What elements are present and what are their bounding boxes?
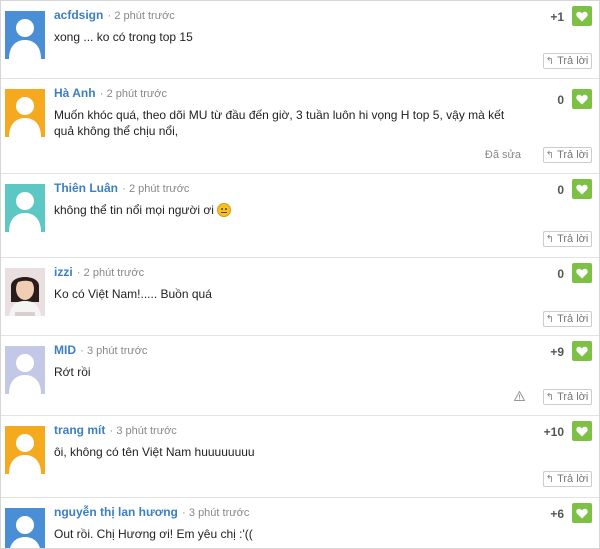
comment-text: Rớt rồi (54, 365, 91, 379)
author-name[interactable]: MID (54, 343, 76, 357)
comment-header: nguyễn thị lan hương · 3 phút trước (54, 505, 249, 519)
comment-item: MID · 3 phút trước Rớt rồi +9 ↰ Trả lời (1, 336, 599, 416)
avatar[interactable] (5, 346, 45, 394)
like-button[interactable] (572, 179, 592, 199)
vote-score: +6 (550, 507, 564, 521)
comment-text: Muốn khóc quá, theo dõi MU từ đầu đến gi… (54, 108, 505, 138)
like-button[interactable] (572, 421, 592, 441)
vote-score: 0 (557, 93, 564, 107)
separator-dot: · (99, 86, 104, 100)
heart-icon (576, 184, 588, 194)
timestamp: 3 phút trước (188, 507, 250, 519)
reply-label: Trả lời (557, 149, 589, 161)
author-name[interactable]: Thiên Luân (54, 181, 118, 195)
like-button[interactable] (572, 503, 592, 523)
reply-button[interactable]: ↰ Trả lời (543, 389, 592, 405)
vote-score: 0 (557, 267, 564, 281)
heart-icon (576, 426, 588, 436)
warning-icon[interactable] (513, 390, 526, 404)
vote-score: 0 (557, 183, 564, 197)
comment-item: nguyễn thị lan hương · 3 phút trước Out rồ… (1, 498, 599, 548)
heart-icon (576, 346, 588, 356)
reply-icon: ↰ (545, 313, 555, 325)
timestamp: 2 phút trước (83, 267, 145, 279)
comment-item: acfdsign · 2 phút trước xong ... ko có tro… (1, 1, 599, 79)
timestamp: 3 phút trước (116, 425, 177, 437)
avatar[interactable] (5, 11, 45, 59)
comment-item: Hà Anh · 2 phút trước Muốn khóc quá, theo … (1, 79, 599, 174)
avatar[interactable] (5, 426, 45, 474)
reply-button[interactable]: ↰ Trả lời (543, 311, 592, 327)
reply-button[interactable]: ↰ Trả lời (543, 231, 592, 247)
reply-button[interactable]: ↰ Trả lời (543, 53, 592, 69)
reply-label: Trả lời (557, 313, 589, 325)
avatar[interactable] (5, 268, 45, 316)
comment-header: trang mít · 3 phút trước (54, 423, 177, 437)
author-name[interactable]: trang mít (54, 423, 105, 437)
timestamp: 2 phút trước (106, 88, 167, 100)
comment-text-body: không thể tin nổi mọi người ơi (54, 203, 214, 217)
separator-dot: · (122, 181, 126, 195)
comment-header: izzi · 2 phút trước (54, 265, 144, 279)
vote-score: +10 (543, 425, 564, 439)
heart-icon (576, 268, 588, 278)
reply-label: Trả lời (557, 473, 589, 485)
reply-icon: ↰ (545, 149, 555, 161)
comment-text: xong ... ko có trong top 15 (54, 30, 193, 44)
comment-header: Hà Anh · 2 phút trước (54, 86, 167, 100)
separator-dot: · (109, 423, 114, 437)
heart-icon (576, 508, 588, 518)
comment-item: izzi · 2 phút trước Ko có Việt Nam!..... B… (1, 258, 599, 336)
separator-dot: · (107, 8, 112, 22)
like-button[interactable] (572, 341, 592, 361)
reply-button[interactable]: ↰ Trả lời (543, 471, 592, 487)
reply-icon: ↰ (545, 473, 555, 485)
timestamp: 3 phút trước (87, 345, 148, 357)
comment-item: trang mít · 3 phút trước ôi, không có tên … (1, 416, 599, 498)
like-button[interactable] (572, 89, 592, 109)
like-button[interactable] (572, 6, 592, 26)
avatar[interactable] (5, 184, 45, 232)
author-name[interactable]: izzi (54, 265, 73, 279)
comment-text: Ko có Việt Nam!..... Buồn quá (54, 287, 212, 301)
reply-button[interactable]: ↰ Trả lời (543, 147, 592, 163)
reply-icon: ↰ (545, 233, 555, 245)
reply-label: Trả lời (557, 55, 589, 67)
comment-text: không thể tin nổi mọi người ơi (54, 202, 524, 218)
timestamp: 2 phút trước (114, 10, 175, 22)
comment-header: Thiên Luân · 2 phút trước (54, 181, 189, 195)
avatar[interactable] (5, 508, 45, 548)
comment-header: acfdsign · 2 phút trước (54, 8, 175, 22)
reply-label: Trả lời (557, 233, 589, 245)
reply-icon: ↰ (545, 55, 555, 67)
like-button[interactable] (572, 263, 592, 283)
heart-icon (576, 94, 588, 104)
avatar-photo (5, 268, 45, 316)
vote-score: +1 (550, 10, 564, 24)
reply-label: Trả lời (557, 391, 589, 403)
separator-dot: · (76, 265, 81, 279)
heart-icon (576, 11, 588, 21)
author-name[interactable]: nguyễn thị lan hương (54, 505, 178, 519)
avatar[interactable] (5, 89, 45, 137)
timestamp: 2 phút trước (129, 183, 190, 195)
comment-item: Thiên Luân · 2 phút trước không thể tin nổ… (1, 174, 599, 258)
comment-header: MID · 3 phút trước (54, 343, 147, 357)
vote-score: +9 (550, 345, 564, 359)
comment-list: acfdsign · 2 phút trước xong ... ko có tro… (0, 0, 600, 549)
reply-icon: ↰ (545, 391, 555, 403)
comment-text: ôi, không có tên Việt Nam huuuuuuuu (54, 445, 255, 459)
author-name[interactable]: Hà Anh (54, 86, 96, 100)
edited-label: Đã sửa (484, 149, 521, 161)
sad-face-emoji (216, 203, 231, 217)
separator-dot: · (80, 343, 84, 357)
separator-dot: · (181, 505, 186, 519)
comment-text: Out rồi. Chị Hương ơi! Em yêu chị :'(( (54, 527, 253, 541)
author-name[interactable]: acfdsign (54, 8, 103, 22)
